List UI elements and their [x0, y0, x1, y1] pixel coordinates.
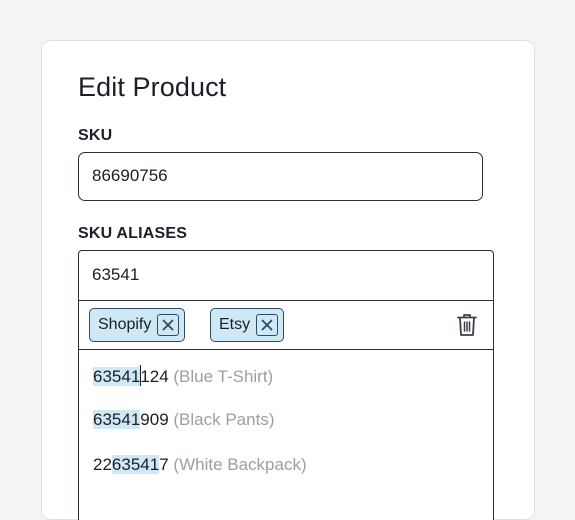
- option-description: (Blue T-Shirt): [173, 367, 274, 386]
- option-description: (White Backpack): [173, 455, 307, 474]
- trash-icon[interactable]: [456, 313, 478, 337]
- option-rest: 909: [140, 410, 169, 429]
- option-item[interactable]: 22635417 (White Backpack): [93, 455, 307, 475]
- chip-label: Shopify: [98, 316, 152, 333]
- chip-shopify[interactable]: Shopify: [89, 308, 186, 342]
- close-icon[interactable]: [157, 314, 180, 336]
- option-match: 63541: [111, 455, 160, 474]
- sku-label: SKU: [78, 127, 113, 144]
- option-match: 63541: [93, 410, 141, 429]
- close-icon[interactable]: [256, 314, 279, 336]
- option-item[interactable]: 63541124 (Blue T-Shirt): [93, 365, 273, 387]
- option-prefix: 22: [93, 455, 112, 474]
- option-description: (Black Pants): [173, 410, 275, 429]
- option-match: 63541: [93, 367, 141, 386]
- chip-bar: Shopify Etsy: [79, 301, 493, 350]
- option-rest: 124: [140, 367, 169, 386]
- chip-label: Etsy: [219, 316, 251, 333]
- page-title: Edit Product: [78, 72, 227, 102]
- option-rest: 7: [159, 455, 169, 474]
- chip-etsy[interactable]: Etsy: [210, 308, 285, 342]
- sku-aliases-dropdown: Shopify Etsy 63541124 (Blue T-Shirt) 635…: [78, 300, 494, 520]
- sku-aliases-input[interactable]: 63541: [78, 250, 494, 301]
- option-item[interactable]: 63541909 (Black Pants): [93, 410, 274, 430]
- sku-input[interactable]: 86690756: [78, 152, 483, 201]
- sku-aliases-label: SKU ALIASES: [78, 225, 188, 242]
